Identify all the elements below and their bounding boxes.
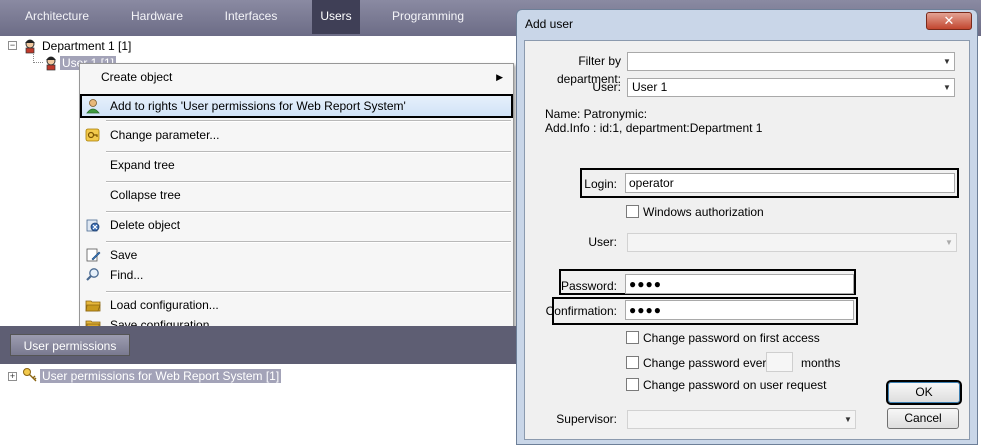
tree-connector (33, 62, 43, 63)
context-menu: Create object ▶ Add to rights 'User perm… (79, 63, 514, 339)
confirmation-label: Confirmation: (545, 304, 617, 318)
department-icon (22, 38, 38, 54)
folder-open-icon (85, 297, 101, 313)
search-icon (85, 267, 101, 283)
tab-users[interactable]: Users (312, 0, 360, 34)
months-count-input[interactable] (766, 352, 793, 372)
menu-item-label: Find... (110, 268, 144, 282)
tab-architecture[interactable]: Architecture (14, 0, 100, 34)
password-label: Password: (560, 279, 617, 293)
delete-icon (85, 217, 101, 233)
key-icon (22, 367, 38, 383)
menu-create-object[interactable]: Create object ▶ (80, 66, 513, 88)
add-user-dialog: Add user ✕ Filter by department: ▼ User:… (516, 9, 978, 445)
user-icon (43, 55, 59, 71)
menu-add-to-rights[interactable]: Add to rights 'User permissions for Web … (80, 94, 513, 118)
menu-item-label: Load configuration... (110, 298, 219, 312)
save-icon (85, 247, 101, 263)
chevron-down-icon: ▼ (945, 238, 953, 247)
menu-separator (106, 291, 511, 293)
menu-separator (106, 211, 511, 213)
login-input[interactable]: operator (625, 173, 955, 193)
first-access-label: Change password on first access (643, 331, 820, 345)
first-access-checkbox[interactable] (626, 331, 639, 344)
change-every-checkbox[interactable] (626, 356, 639, 369)
key-edit-icon (85, 127, 101, 143)
ok-button[interactable]: OK (886, 380, 962, 405)
menu-item-label: Expand tree (110, 158, 175, 172)
windows-user-select[interactable]: ▼ (627, 233, 957, 252)
menu-collapse-tree[interactable]: Collapse tree (80, 184, 513, 206)
chevron-down-icon: ▼ (943, 83, 951, 92)
user-request-label: Change password on user request (643, 378, 827, 392)
submenu-arrow-icon: ▶ (496, 72, 503, 82)
supervisor-select[interactable]: ▼ (627, 410, 856, 429)
menu-load-configuration[interactable]: Load configuration... (80, 294, 513, 316)
expand-toggle-icon[interactable]: + (8, 372, 17, 381)
months-label: months (801, 356, 841, 370)
menu-item-label: Add to rights 'User permissions for Web … (110, 99, 406, 113)
windows-auth-label: Windows authorization (643, 205, 764, 219)
user-add-icon (85, 98, 101, 114)
user-request-checkbox[interactable] (626, 378, 639, 391)
close-icon: ✕ (943, 13, 955, 28)
menu-item-label: Collapse tree (110, 188, 181, 202)
close-button[interactable]: ✕ (926, 12, 972, 30)
chevron-down-icon: ▼ (844, 415, 852, 424)
tab-hardware[interactable]: Hardware (118, 0, 196, 34)
user-select-value: User 1 (632, 80, 668, 94)
cancel-button[interactable]: Cancel (887, 408, 959, 429)
change-every-label: Change password every (643, 356, 773, 370)
user-info-addinfo: Add.Info : id:1, department:Department 1 (545, 121, 763, 135)
collapse-toggle-icon[interactable]: − (8, 41, 17, 50)
user-info-name: Name: Patronymic: (545, 107, 648, 121)
menu-save[interactable]: Save (80, 244, 513, 266)
menu-item-label: Change parameter... (110, 128, 220, 142)
tree-permissions-node[interactable]: User permissions for Web Report System [… (40, 368, 282, 384)
tab-user-permissions[interactable]: User permissions (10, 334, 130, 356)
menu-separator (106, 181, 511, 183)
confirmation-input[interactable]: ●●●● (625, 300, 854, 320)
filter-department-select[interactable]: ▼ (627, 52, 955, 71)
menu-item-label: Save (110, 248, 138, 262)
supervisor-label: Supervisor: (556, 412, 617, 426)
login-label: Login: (584, 177, 617, 191)
tab-programming[interactable]: Programming (384, 0, 472, 34)
tree-department-node[interactable]: Department 1 [1] (42, 38, 131, 54)
user-label: User: (592, 80, 621, 94)
user-select[interactable]: User 1 ▼ (627, 78, 955, 97)
windows-auth-checkbox[interactable] (626, 205, 639, 218)
menu-find[interactable]: Find... (80, 264, 513, 286)
menu-item-label: Delete object (110, 218, 181, 232)
menu-item-label: Create object (101, 70, 173, 84)
tree-permissions-label: User permissions for Web Report System [… (40, 369, 282, 383)
menu-expand-tree[interactable]: Expand tree (80, 154, 513, 176)
chevron-down-icon: ▼ (943, 57, 951, 66)
menu-change-parameter[interactable]: Change parameter... (80, 124, 513, 146)
tab-interfaces[interactable]: Interfaces (212, 0, 290, 34)
password-input[interactable]: ●●●● (625, 274, 854, 294)
menu-delete-object[interactable]: Delete object (80, 214, 513, 236)
menu-separator (106, 241, 511, 243)
windows-user-label: User: (588, 235, 617, 249)
menu-separator (106, 151, 511, 153)
menu-separator (106, 120, 511, 122)
dialog-body: Filter by department: ▼ User: User 1 ▼ N… (524, 40, 970, 440)
dialog-title: Add user (525, 17, 574, 31)
